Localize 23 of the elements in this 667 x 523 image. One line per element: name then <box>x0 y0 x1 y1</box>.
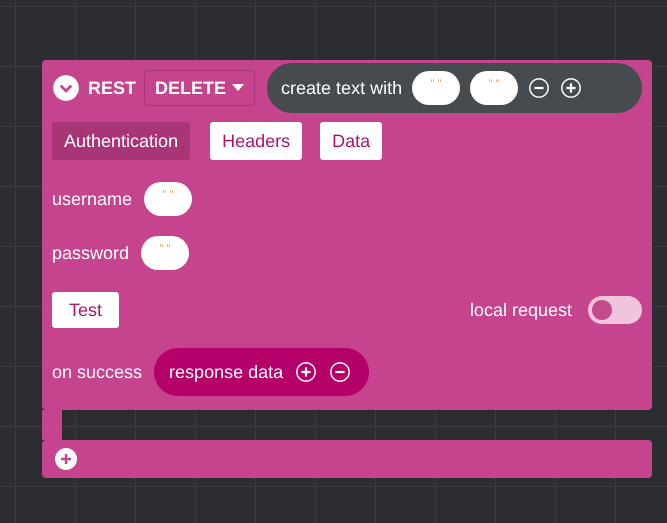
field-label: username <box>52 188 132 210</box>
minus-icon[interactable] <box>329 361 352 383</box>
method-dropdown[interactable]: DELETE <box>144 70 256 106</box>
add-icon[interactable] <box>54 447 78 471</box>
test-button[interactable]: Test <box>52 292 120 328</box>
caret-icon <box>232 84 244 92</box>
rest-block[interactable]: REST DELETE create text with " " " " Authentication Headers Data username " " password " " Test local request on success response data <box>42 60 652 410</box>
plus-icon[interactable] <box>560 77 582 99</box>
tab[interactable]: Headers <box>210 122 302 160</box>
parameter-block[interactable]: response data <box>154 348 370 396</box>
tab[interactable]: Data <box>320 122 382 160</box>
field-label: password <box>52 242 130 265</box>
block-label: REST <box>88 76 136 100</box>
block-label: create text with <box>281 76 402 100</box>
plus-icon[interactable] <box>295 361 318 383</box>
minus-icon[interactable] <box>528 77 550 99</box>
toggle-switch[interactable] <box>588 296 642 324</box>
tab[interactable]: Authentication <box>52 122 190 160</box>
toggle-label: local request <box>470 298 572 322</box>
text-join-block[interactable]: create text with " " " " <box>267 63 642 113</box>
collapse-icon[interactable] <box>52 74 80 102</box>
parameter-label: response data <box>169 360 284 384</box>
section-label: on success <box>52 360 142 384</box>
